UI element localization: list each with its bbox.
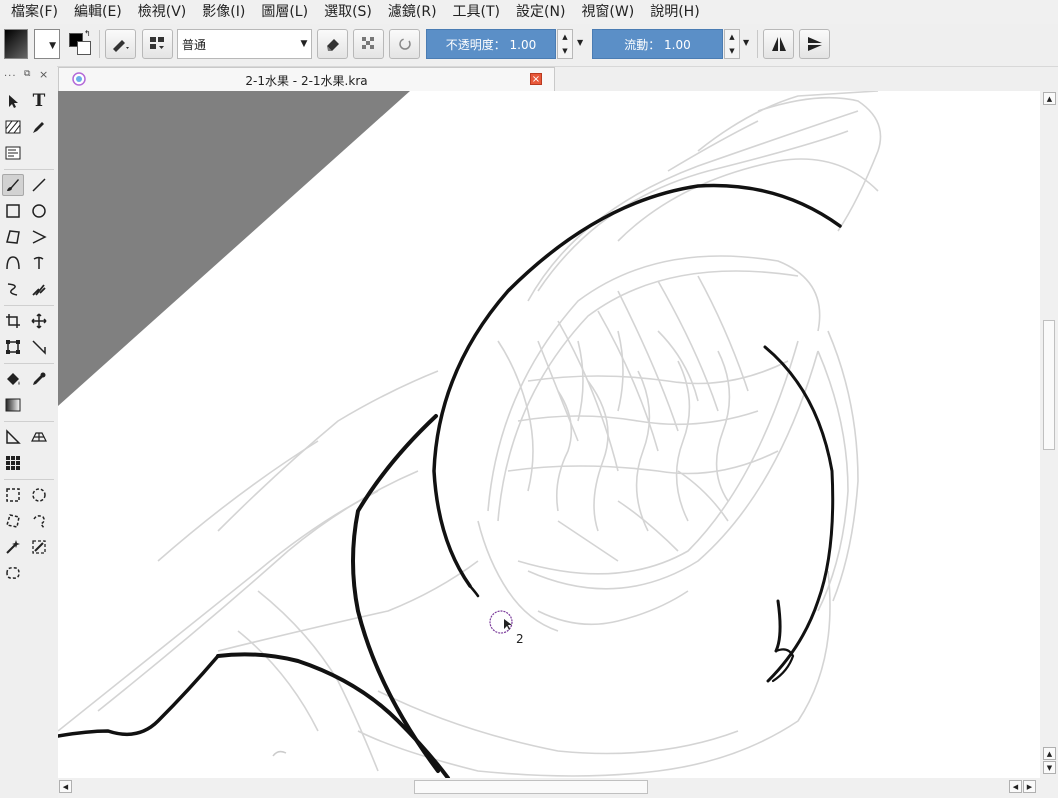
scroll-left-icon[interactable]: ◀ [59, 780, 72, 793]
rectangle-tool-icon[interactable] [2, 200, 24, 222]
close-panel-icon[interactable]: × [39, 68, 48, 81]
multibrush-tool-icon[interactable] [28, 278, 50, 300]
toolbox-separator [4, 363, 54, 364]
flow-slider[interactable]: 流動： 1.00 [592, 29, 723, 59]
assistant-tool-icon[interactable] [2, 426, 24, 448]
gradient-tool-icon[interactable] [2, 394, 24, 416]
menu-filter[interactable]: 濾鏡(R) [380, 0, 445, 24]
menu-window[interactable]: 視窗(W) [573, 0, 642, 24]
freehand-brush-tool-icon[interactable] [2, 174, 24, 196]
brush-preset-icon[interactable] [105, 29, 136, 59]
flow-spinbox[interactable]: ▲ ▼ [724, 29, 740, 59]
pattern-swatch-icon[interactable]: ▼ [34, 29, 60, 59]
menu-settings[interactable]: 設定(N) [508, 0, 573, 24]
opacity-spinbox[interactable]: ▲ ▼ [557, 29, 573, 59]
outside-canvas-area [58, 91, 410, 406]
reload-preset-icon[interactable] [389, 29, 420, 59]
toolbox-separator [4, 169, 54, 170]
grid-tool-icon[interactable] [2, 452, 24, 474]
eraser-icon[interactable] [317, 29, 348, 59]
similar-select-tool-icon[interactable] [28, 536, 50, 558]
close-document-icon[interactable]: × [530, 73, 542, 85]
horizontal-scroll-thumb[interactable] [414, 780, 648, 794]
toolbox-separator [4, 421, 54, 422]
perspective-grid-tool-icon[interactable] [28, 426, 50, 448]
bezier-select-tool-icon[interactable] [2, 562, 24, 584]
menu-view[interactable]: 檢視(V) [130, 0, 195, 24]
brush-toolbar: ▼ ↰ 普通 ▼ 不透明度： 1.00 ▲ ▼ ▼ 流動： 1.00 ▲ ▼ ▼ [0, 24, 1058, 67]
toolbox-panel: ... ⧉ × T [0, 66, 57, 798]
chevron-down-icon: ▼ [300, 39, 308, 49]
menu-help[interactable]: 說明(H) [642, 0, 707, 24]
ellipse-select-tool-icon[interactable] [28, 484, 50, 506]
reference-images-tool-icon[interactable] [2, 142, 24, 164]
vertical-scroll-thumb[interactable] [1043, 320, 1055, 450]
scroll-up-icon-lower[interactable]: ▲ [1043, 747, 1056, 760]
select-shapes-tool-icon[interactable] [2, 90, 24, 112]
scroll-corner [1040, 778, 1058, 798]
color-picker-tool-icon[interactable] [28, 368, 50, 390]
blend-mode-select[interactable]: 普通 ▼ [177, 29, 312, 59]
toolbar-separator [757, 30, 758, 58]
flow-dropdown-icon[interactable]: ▼ [743, 38, 749, 47]
workspace-icon[interactable] [142, 29, 173, 59]
drawing-canvas[interactable]: 2 [58, 91, 1040, 778]
gradient-swatch-icon[interactable] [4, 29, 28, 59]
pattern-edit-tool-icon[interactable] [2, 116, 24, 138]
menu-edit[interactable]: 編輯(E) [66, 0, 130, 24]
toolbar-separator [99, 30, 100, 58]
bezier-curve-tool-icon[interactable] [2, 252, 24, 274]
crop-tool-icon[interactable] [2, 310, 24, 332]
ellipse-tool-icon[interactable] [28, 200, 50, 222]
toolbox-separator [4, 479, 54, 480]
blend-mode-value: 普通 [182, 37, 207, 52]
measure-tool-icon[interactable] [28, 336, 50, 358]
dynamic-brush-tool-icon[interactable] [2, 278, 24, 300]
polygon-tool-icon[interactable] [2, 226, 24, 248]
menu-select[interactable]: 選取(S) [316, 0, 380, 24]
scroll-down-icon[interactable]: ▼ [1043, 761, 1056, 774]
freehand-select-tool-icon[interactable] [28, 510, 50, 532]
line-tool-icon[interactable] [28, 174, 50, 196]
document-title: 2-1水果 - 2-1水果.kra [245, 74, 368, 88]
cursor-label: 2 [516, 632, 524, 646]
alpha-lock-icon[interactable] [353, 29, 384, 59]
rect-select-tool-icon[interactable] [2, 484, 24, 506]
vertical-scrollbar[interactable]: ▲ ▲ ▼ [1040, 91, 1058, 778]
opacity-dropdown-icon[interactable]: ▼ [577, 38, 583, 47]
menu-bar: 檔案(F) 編輯(E) 檢視(V) 影像(I) 圖層(L) 選取(S) 濾鏡(R… [0, 0, 1058, 24]
float-panel-icon[interactable]: ⧉ [24, 69, 30, 79]
menu-layer[interactable]: 圖層(L) [253, 0, 316, 24]
flow-label: 流動： 1.00 [624, 37, 691, 52]
fg-bg-color-icon[interactable]: ↰ [67, 29, 95, 59]
menu-tools[interactable]: 工具(T) [445, 0, 508, 24]
menu-image[interactable]: 影像(I) [194, 0, 253, 24]
mirror-vertical-icon[interactable] [799, 29, 830, 59]
move-tool-icon[interactable] [28, 310, 50, 332]
toolbox-header: ... [4, 68, 17, 79]
arrow-cursor-icon [504, 619, 512, 630]
text-tool-icon[interactable]: T [28, 90, 50, 112]
menu-file[interactable]: 檔案(F) [0, 0, 66, 24]
mirror-horizontal-icon[interactable] [763, 29, 794, 59]
document-tab[interactable]: 2-1水果 - 2-1水果.kra × [58, 67, 555, 91]
fill-tool-icon[interactable] [2, 368, 24, 390]
polygon-select-tool-icon[interactable] [2, 510, 24, 532]
freehand-path-tool-icon[interactable] [28, 252, 50, 274]
transform-tool-icon[interactable] [2, 336, 24, 358]
polyline-tool-icon[interactable] [28, 226, 50, 248]
scroll-up-icon[interactable]: ▲ [1043, 92, 1056, 105]
toolbox-separator [4, 305, 54, 306]
scroll-left-icon-right[interactable]: ◀ [1009, 780, 1022, 793]
opacity-label: 不透明度： 1.00 [445, 37, 537, 52]
canvas-artwork: 2 [58, 91, 882, 778]
opacity-slider[interactable]: 不透明度： 1.00 [426, 29, 556, 59]
scroll-right-icon[interactable]: ▶ [1023, 780, 1036, 793]
calligraphy-tool-icon[interactable] [28, 116, 50, 138]
brush-cursor-outline [489, 610, 513, 634]
horizontal-scrollbar[interactable]: ◀ ◀ ▶ [58, 778, 1040, 798]
contiguous-select-tool-icon[interactable] [2, 536, 24, 558]
